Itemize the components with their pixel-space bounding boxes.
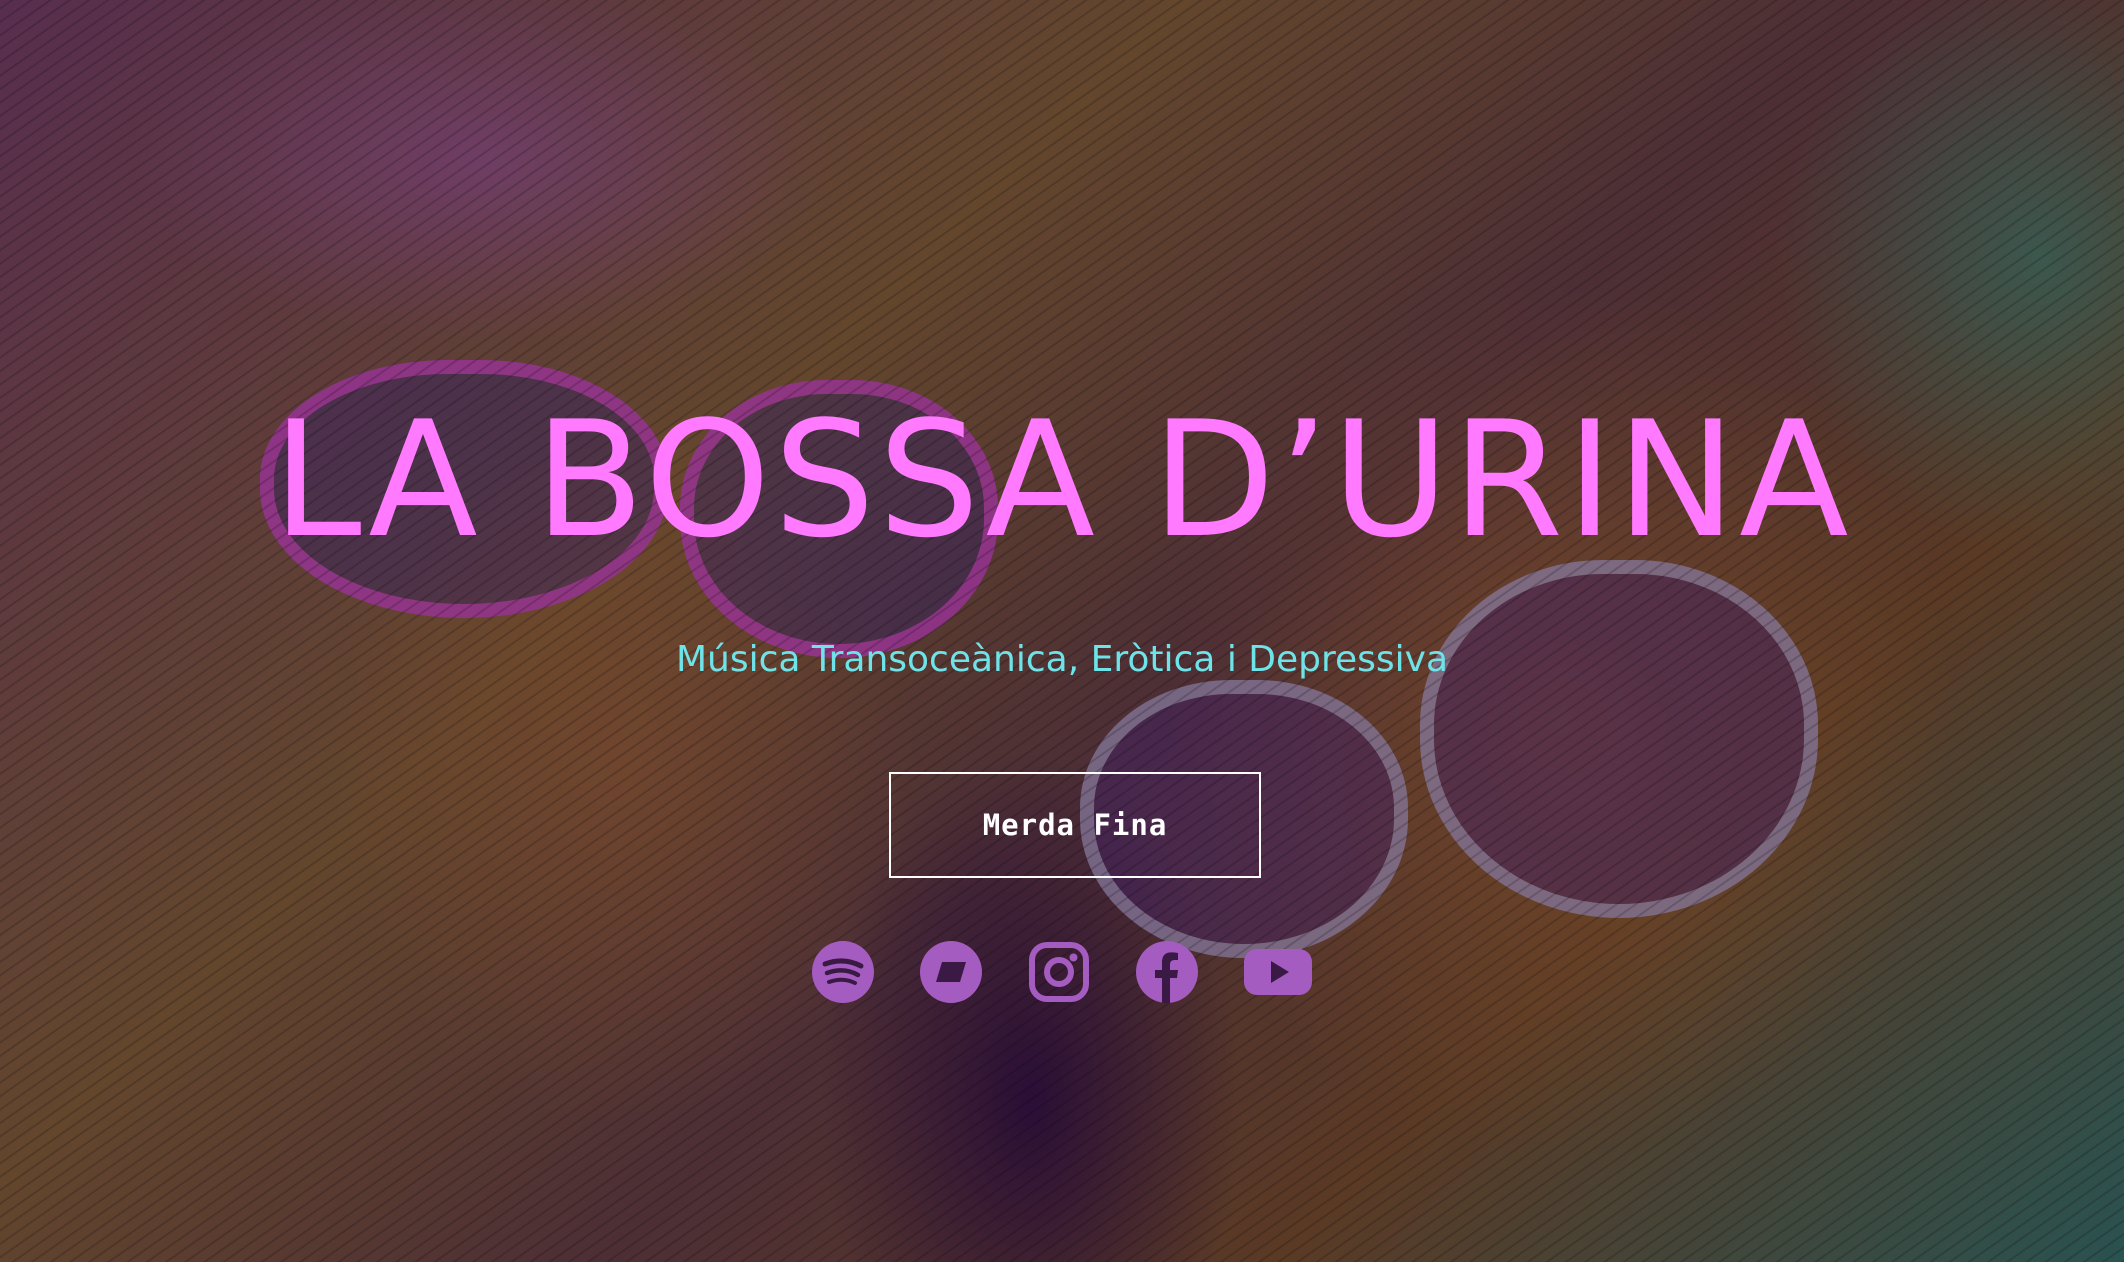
youtube-link[interactable] (1243, 940, 1313, 1004)
hero-section: LA BOSSA D’URINA Música Transoceànica, E… (0, 0, 2124, 1262)
merda-fina-button[interactable]: Merda Fina (889, 772, 1261, 878)
bandcamp-icon (920, 941, 982, 1003)
instagram-icon (1029, 942, 1089, 1002)
spotify-icon (812, 941, 874, 1003)
facebook-link[interactable] (1135, 940, 1199, 1004)
bandcamp-link[interactable] (919, 940, 983, 1004)
facebook-icon (1136, 941, 1198, 1003)
spotify-link[interactable] (811, 940, 875, 1004)
hero-content: LA BOSSA D’URINA Música Transoceànica, E… (0, 0, 2124, 1262)
youtube-icon (1244, 949, 1312, 995)
site-subtitle: Música Transoceànica, Eròtica i Depressi… (675, 639, 1449, 680)
social-links (0, 940, 2124, 1006)
site-title: LA BOSSA D’URINA (272, 386, 1852, 573)
instagram-link[interactable] (1027, 940, 1091, 1004)
